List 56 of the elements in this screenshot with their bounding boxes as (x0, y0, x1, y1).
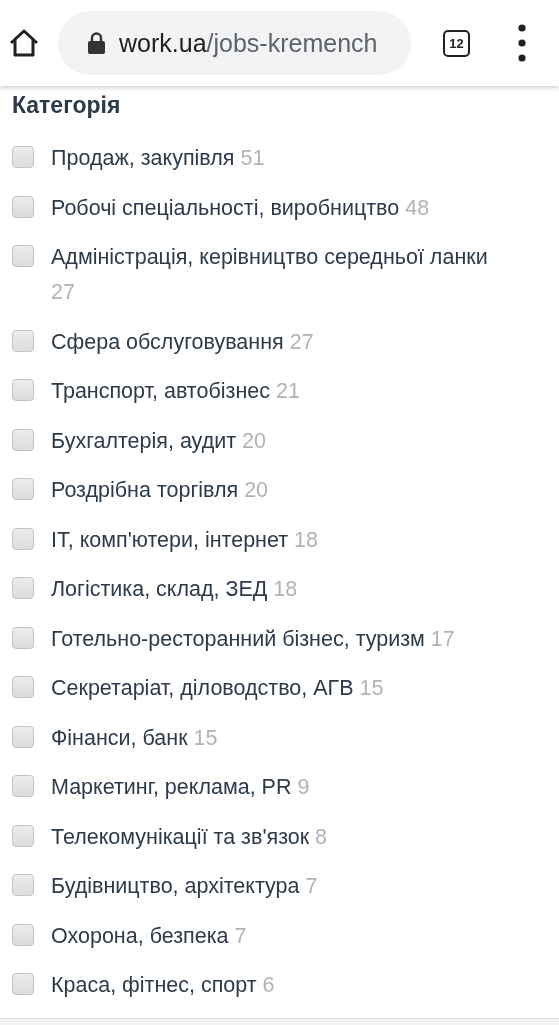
lock-icon (88, 32, 105, 54)
address-bar[interactable]: work.ua/jobs-kremench (58, 11, 411, 75)
checkbox[interactable] (12, 428, 34, 451)
checkbox[interactable] (12, 577, 34, 599)
checkbox[interactable] (12, 725, 34, 748)
category-label[interactable]: Сфера обслуговування (51, 329, 284, 354)
category-label[interactable]: Краса, фітнес, спорт (51, 973, 257, 997)
job-count: 21 (275, 379, 300, 403)
checkbox[interactable] (12, 195, 34, 218)
job-count: 20 (244, 478, 269, 502)
job-count: 27 (51, 280, 75, 304)
checkbox[interactable] (12, 379, 34, 401)
checkbox[interactable] (12, 973, 34, 995)
checkbox[interactable] (12, 245, 34, 267)
checkbox[interactable] (12, 676, 34, 698)
category-label[interactable]: Продаж, закупівля (51, 146, 235, 170)
category-label[interactable]: Будівництво, архітектура (51, 874, 300, 898)
category-label[interactable]: Фінанси, банк (51, 725, 188, 750)
job-count: 9 (297, 775, 310, 799)
job-count: 48 (405, 195, 430, 220)
job-count: 51 (240, 146, 265, 170)
checkbox[interactable] (12, 824, 34, 847)
category-label[interactable]: Готельно-ресторанний бізнес, туризм (51, 626, 425, 651)
job-count: 18 (273, 577, 298, 601)
section-title: Категорія (12, 92, 122, 119)
job-count: 6 (262, 973, 275, 997)
job-count: 15 (359, 676, 384, 700)
menu-icon[interactable] (518, 24, 526, 62)
category-label[interactable]: Маркетинг, реклама, PR (51, 775, 292, 799)
checkbox[interactable] (12, 329, 34, 352)
job-count: 20 (242, 428, 266, 453)
job-count: 15 (193, 725, 218, 750)
category-label[interactable]: IT, комп'ютери, інтернет (51, 527, 289, 552)
checkbox[interactable] (12, 923, 34, 946)
checkbox[interactable] (12, 146, 34, 168)
checkbox[interactable] (12, 527, 34, 550)
job-count: 8 (315, 824, 328, 849)
category-label[interactable]: Логістика, склад, ЗЕД (51, 577, 268, 601)
job-count: 18 (294, 527, 318, 552)
category-label[interactable]: Бухгалтерія, аудит (51, 428, 237, 453)
checkbox[interactable] (12, 478, 34, 500)
checkbox[interactable] (12, 626, 34, 649)
job-count: 7 (305, 874, 318, 898)
category-label[interactable]: Робочі спеціальності, виробництво (51, 195, 400, 220)
category-label[interactable]: Охорона, безпека (51, 923, 229, 948)
category-label[interactable]: Телекомунікації та зв'язок (51, 824, 310, 849)
category-label[interactable]: Адміністрація, керівництво середньої ланки (51, 245, 488, 269)
job-count: 17 (430, 626, 455, 651)
category-label[interactable]: Роздрібна торгівля (51, 478, 239, 502)
checkbox[interactable] (12, 775, 34, 797)
checkbox[interactable] (12, 874, 34, 896)
category-label[interactable]: Секретаріат, діловодство, АГВ (51, 676, 354, 700)
category-label[interactable]: Транспорт, автобізнес (51, 379, 270, 403)
tab-count-button[interactable]: 12 (443, 29, 470, 57)
job-count: 7 (234, 923, 247, 948)
job-count: 27 (289, 329, 314, 354)
